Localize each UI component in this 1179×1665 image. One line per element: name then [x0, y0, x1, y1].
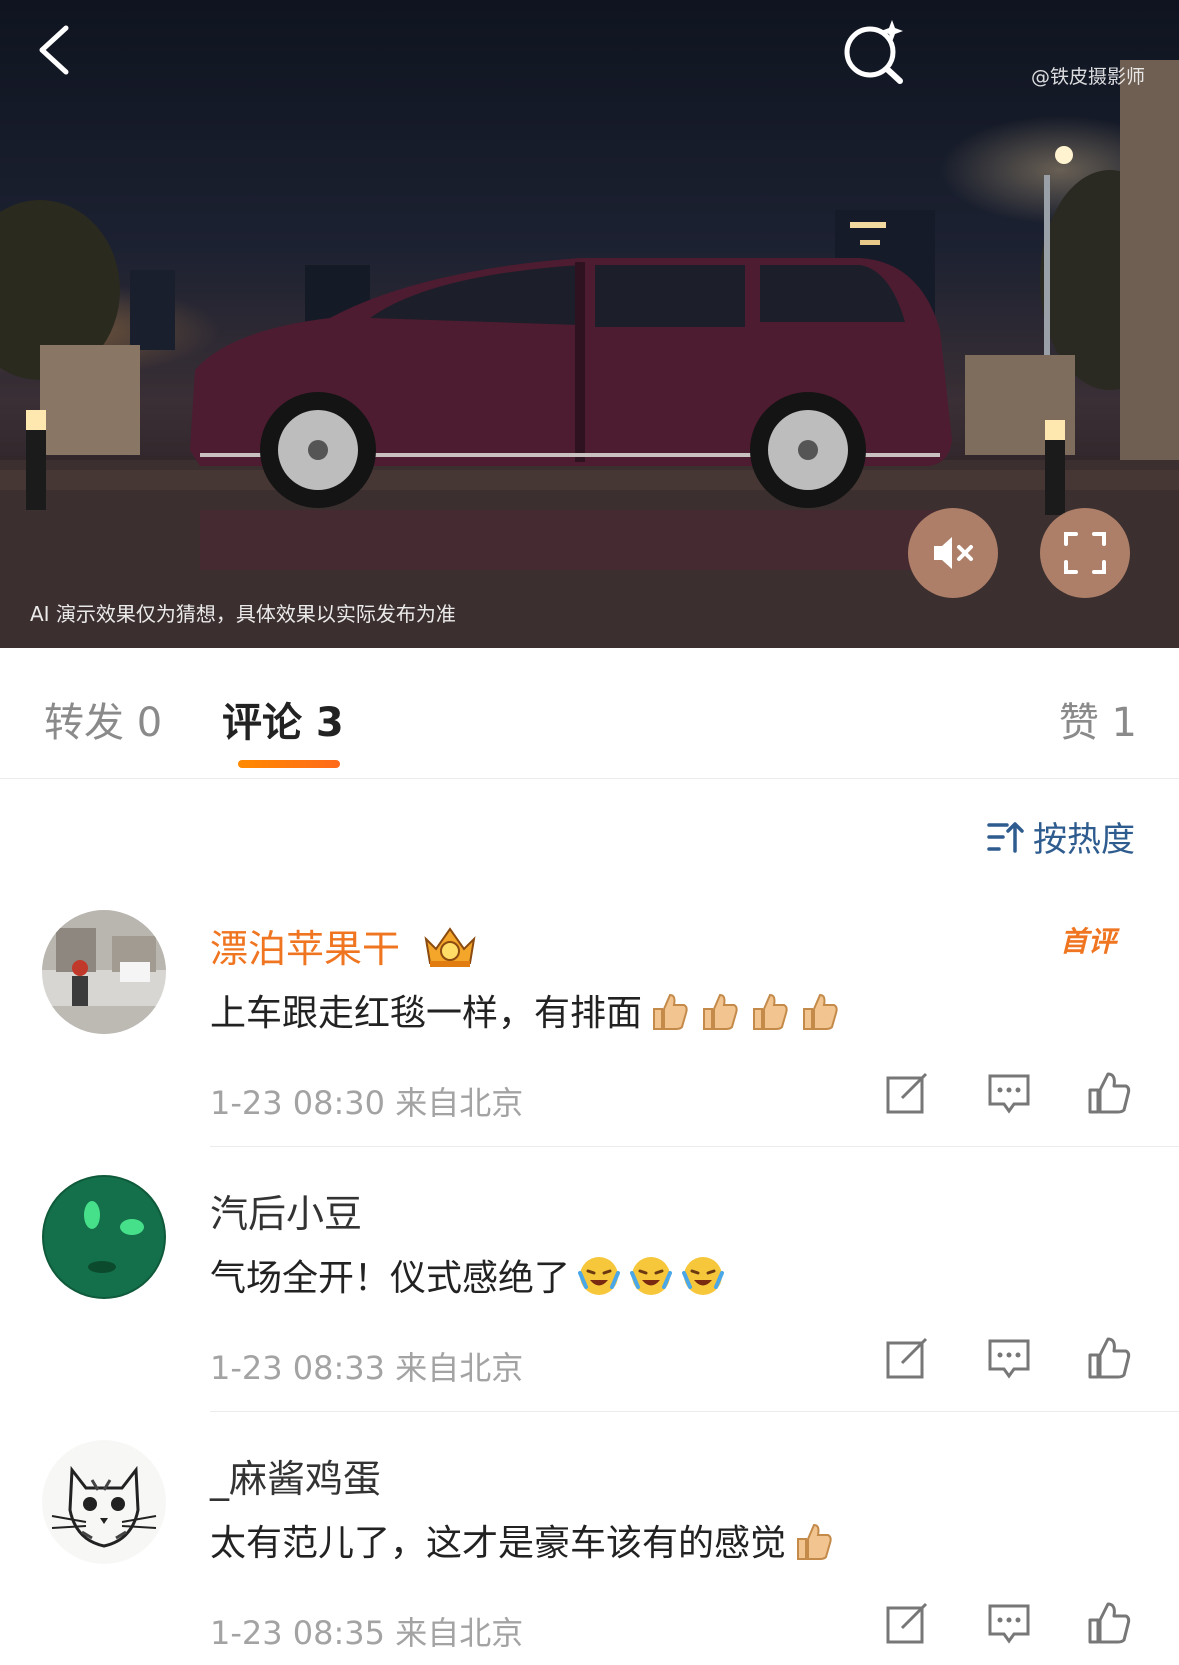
- reply-icon[interactable]: [986, 1070, 1032, 1116]
- comment-username[interactable]: _麻酱鸡蛋: [210, 1448, 381, 1503]
- thumbs-up-icon: [798, 989, 842, 1042]
- comment-meta: 1-23 08:35 来自北京: [210, 1608, 523, 1654]
- like-icon[interactable]: [1086, 1070, 1132, 1116]
- repost-icon[interactable]: [884, 1070, 930, 1116]
- sort-label: 按热度: [1033, 820, 1135, 860]
- like-icon[interactable]: [1086, 1600, 1132, 1646]
- thumbs-up-icon: [648, 989, 692, 1042]
- video-watermark: @铁皮摄影师: [1030, 66, 1145, 88]
- laughing-crying-icon: [680, 1253, 726, 1308]
- like-icon[interactable]: [1086, 1335, 1132, 1381]
- ai-disclaimer: AI 演示效果仅为猜想，具体效果以实际发布为准: [30, 602, 456, 626]
- avatar[interactable]: [42, 910, 166, 1034]
- tab-repost[interactable]: 转发 0: [44, 690, 162, 748]
- fullscreen-button[interactable]: [1040, 508, 1130, 598]
- comment-meta: 1-23 08:30 来自北京: [210, 1078, 523, 1124]
- comment-location: 来自北京: [395, 1084, 524, 1122]
- back-icon[interactable]: [30, 22, 86, 78]
- ai-search-icon[interactable]: [840, 18, 910, 84]
- tab-bar: 转发 0 评论 3 赞 1: [0, 648, 1179, 779]
- laughing-crying-icon: [628, 1253, 674, 1308]
- comment-text-content: 太有范儿了，这才是豪车该有的感觉: [210, 1523, 787, 1564]
- username-text: 漂泊苹果干: [210, 927, 401, 971]
- video-player[interactable]: @铁皮摄影师 AI 演示效果仅为猜想，具体效果以实际发布为准: [0, 0, 1179, 648]
- comment-text: 上车跟走红毯一样，有排面: [210, 984, 842, 1042]
- comment-username[interactable]: 汽后小豆: [210, 1183, 362, 1238]
- divider: [210, 1146, 1179, 1147]
- speaker-muted-icon: [934, 537, 973, 569]
- comment-text: 太有范儿了，这才是豪车该有的感觉: [210, 1514, 836, 1572]
- tab-like[interactable]: 赞 1: [1059, 690, 1137, 748]
- thumbs-up-icon: [698, 989, 742, 1042]
- mute-button[interactable]: [908, 508, 998, 598]
- sort-icon: [987, 821, 1024, 853]
- active-tab-indicator: [238, 760, 340, 768]
- divider: [210, 1411, 1179, 1412]
- thumbs-up-icon: [792, 1519, 836, 1572]
- comment-text-content: 上车跟走红毯一样，有排面: [210, 993, 643, 1034]
- comment-location: 来自北京: [395, 1614, 524, 1652]
- reply-icon[interactable]: [986, 1600, 1032, 1646]
- first-comment-badge: 首评: [1060, 925, 1117, 958]
- laughing-crying-icon: [576, 1253, 622, 1308]
- video-frame-car: [0, 60, 1179, 648]
- comment-text-content: 气场全开！仪式感绝了: [210, 1258, 571, 1299]
- vip-crown-icon: [422, 925, 478, 978]
- tab-comment[interactable]: 评论 3: [222, 690, 344, 748]
- comment-time: 1-23 08:35: [210, 1614, 386, 1652]
- reply-icon[interactable]: [986, 1335, 1032, 1381]
- comment-username[interactable]: 漂泊苹果干: [210, 918, 478, 978]
- comment-text: 气场全开！仪式感绝了: [210, 1249, 726, 1308]
- comment-location: 来自北京: [395, 1349, 524, 1387]
- repost-icon[interactable]: [884, 1335, 930, 1381]
- comment-meta: 1-23 08:33 来自北京: [210, 1343, 523, 1389]
- sort-button[interactable]: 按热度: [987, 812, 1135, 861]
- fullscreen-icon: [1064, 532, 1106, 574]
- repost-icon[interactable]: [884, 1600, 930, 1646]
- comment-time: 1-23 08:33: [210, 1349, 386, 1387]
- avatar[interactable]: [42, 1440, 166, 1564]
- avatar[interactable]: [42, 1175, 166, 1299]
- comment-time: 1-23 08:30: [210, 1084, 386, 1122]
- thumbs-up-icon: [748, 989, 792, 1042]
